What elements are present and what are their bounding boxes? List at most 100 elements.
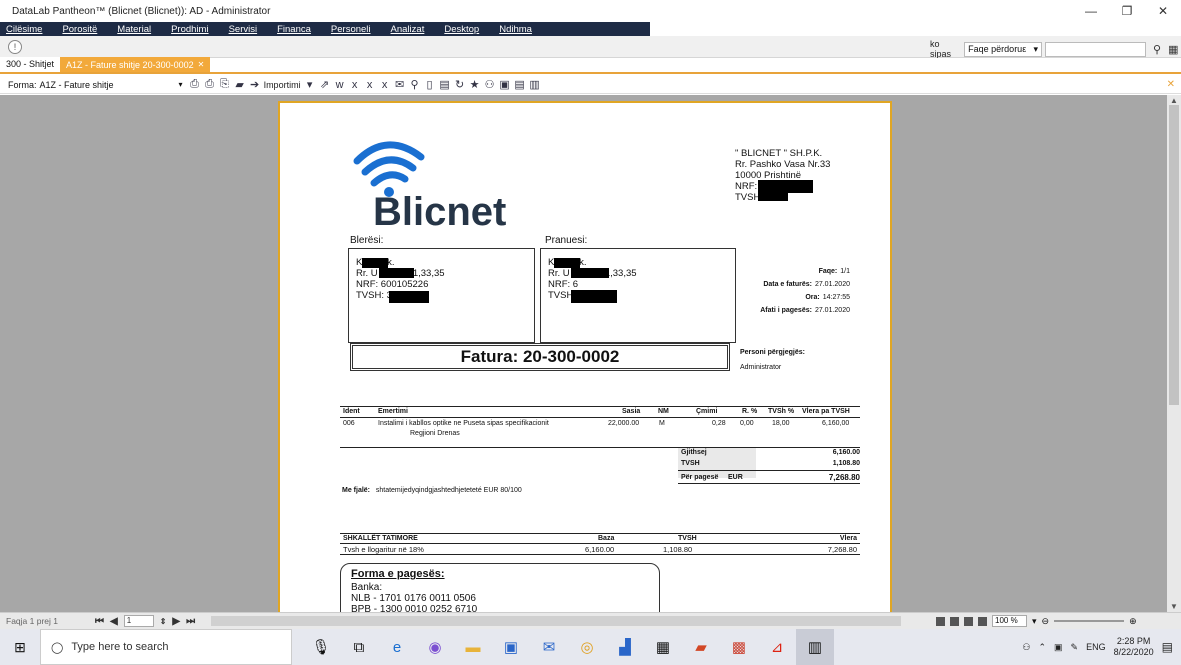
menu-cilesime[interactable]: Cilësime xyxy=(0,24,42,35)
people-icon[interactable]: ⚇ xyxy=(1022,642,1030,653)
network-icon[interactable]: ▣ xyxy=(1054,642,1063,653)
form-label: Forma: xyxy=(8,79,37,90)
store-icon[interactable]: ▣ xyxy=(492,629,530,665)
windows-start-icon[interactable]: ⊞ xyxy=(0,629,40,665)
page-input[interactable]: 1 xyxy=(123,615,154,627)
favorite-icon[interactable]: ★ xyxy=(469,79,481,91)
task-view-icon[interactable]: ⧉ xyxy=(340,629,378,665)
refresh-icon[interactable]: ↻ xyxy=(454,79,466,91)
acrobat-icon[interactable]: ⊿ xyxy=(758,629,796,665)
search-mode-select[interactable]: Faqe përdoruε ▾ xyxy=(964,41,1042,57)
taskbar-search[interactable]: ◯ Type here to search xyxy=(40,629,292,665)
calculator-icon[interactable]: ▦ xyxy=(644,629,682,665)
close-button[interactable]: ✕ xyxy=(1145,0,1181,22)
vertical-scrollbar[interactable]: ▲ ▼ xyxy=(1167,95,1181,612)
microphone-icon[interactable]: 🎙 xyxy=(302,629,340,665)
tab-shitjet[interactable]: 300 - Shitjet xyxy=(0,57,61,72)
import-button[interactable]: Importimi xyxy=(264,80,301,90)
word-export-icon[interactable]: w xyxy=(334,79,346,91)
colorful-app-icon[interactable]: ▩ xyxy=(720,629,758,665)
menu-financa[interactable]: Financa xyxy=(265,24,311,35)
invoice-page: Blicnet " BLICNET " SH.P.K. Rr. Pashko V… xyxy=(278,101,892,612)
page-count: Faqja 1 prej 1 xyxy=(6,616,58,626)
pdf-icon[interactable]: ▣ xyxy=(499,79,511,91)
edge-icon[interactable]: e xyxy=(378,629,416,665)
minimize-button[interactable]: — xyxy=(1073,0,1109,22)
next-page-icon[interactable]: ▶ xyxy=(172,616,180,627)
zoom-out-icon[interactable]: ⊖ xyxy=(1042,616,1050,627)
excel-data-icon[interactable]: x xyxy=(364,79,376,91)
horizontal-scrollbar[interactable] xyxy=(211,616,902,626)
page-spin-icon[interactable]: ⇕ xyxy=(160,617,167,626)
scroll-thumb xyxy=(1169,105,1179,405)
copy-icon[interactable]: ▥ xyxy=(529,79,541,91)
language-indicator[interactable]: ENG xyxy=(1086,642,1106,652)
chrome-icon[interactable]: ◎ xyxy=(568,629,606,665)
title-bar: DataLab Pantheon™ (Blicnet (Blicnet)): A… xyxy=(0,0,1181,22)
import-dropdown-icon[interactable]: ▾ xyxy=(304,79,316,91)
menu-prodhimi[interactable]: Prodhimi xyxy=(159,24,209,35)
powerpoint-icon[interactable]: ▰ xyxy=(682,629,720,665)
users-icon[interactable]: ⚇ xyxy=(484,79,496,91)
search-input[interactable] xyxy=(1044,41,1147,57)
payment-title: Forma e pagesës: xyxy=(351,568,445,580)
file-explorer-icon[interactable]: ▬ xyxy=(454,629,492,665)
zoom-dropdown-icon[interactable]: ▾ xyxy=(1032,616,1037,627)
form-select-arrow-icon[interactable]: ▾ xyxy=(179,80,183,89)
save-icon[interactable]: ▤ xyxy=(514,79,526,91)
tab-fature-shitje[interactable]: A1Z - Fature shitje 20-300-0002 ✕ xyxy=(60,57,211,72)
zoom-slider[interactable] xyxy=(1054,620,1125,622)
window-title: DataLab Pantheon™ (Blicnet (Blicnet)): A… xyxy=(12,5,271,17)
two-page-icon[interactable] xyxy=(950,616,959,626)
notifications-icon[interactable]: ▤ xyxy=(1162,640,1173,654)
last-page-icon[interactable]: ⏭ xyxy=(186,616,195,627)
print-preview-icon[interactable]: ⎙ xyxy=(204,78,216,91)
mail-icon[interactable]: ✉ xyxy=(530,629,568,665)
export-icon[interactable]: ⇗ xyxy=(319,79,331,91)
menu-personeli[interactable]: Personeli xyxy=(319,24,371,35)
zoom-in-icon[interactable]: ⊕ xyxy=(1129,616,1137,627)
first-page-icon[interactable]: ⏮ xyxy=(95,616,104,627)
show-hidden-icon[interactable]: ⌃ xyxy=(1038,642,1046,653)
items-table-header: Ident Emertimi Sasia NM Çmimi R. % TVSh … xyxy=(340,406,860,418)
clock[interactable]: 2:28 PM 8/22/2020 xyxy=(1114,636,1154,658)
menu-desktop[interactable]: Desktop xyxy=(432,24,479,35)
info-icon[interactable]: ! xyxy=(8,39,22,54)
pantheon-app-icon[interactable]: ▥ xyxy=(796,629,834,665)
close-form-icon[interactable]: ✕ xyxy=(1167,79,1175,90)
chart-app-icon[interactable]: ▟ xyxy=(606,629,644,665)
search-icon[interactable]: ⚲ xyxy=(1153,43,1161,56)
menu-ndihma[interactable]: Ndihma xyxy=(487,24,532,35)
menu-material[interactable]: Material xyxy=(105,24,151,35)
prev-page-icon[interactable]: ◀ xyxy=(110,616,118,627)
xml-export-icon[interactable]: x xyxy=(379,79,391,91)
print-setup-icon[interactable]: ⎘ xyxy=(219,78,231,91)
tab-close-icon[interactable]: ✕ xyxy=(198,60,205,69)
fit-width-icon[interactable] xyxy=(964,616,973,626)
email-icon[interactable]: ✉ xyxy=(394,79,406,91)
excel-export-icon[interactable]: x xyxy=(349,79,361,91)
folder-icon[interactable]: ▰ xyxy=(234,79,246,91)
cortana-circle-icon: ◯ xyxy=(51,641,64,654)
zoom-icon[interactable]: ⚲ xyxy=(409,79,421,91)
amount-in-words: Me fjalë: shtatemijedyqindgjashtedhjetet… xyxy=(342,487,522,494)
blicnet-logo: Blicnet xyxy=(353,141,506,228)
import-arrow-icon[interactable]: ➔ xyxy=(249,79,261,91)
company-street: Rr. Pashko Vasa Nr.33 xyxy=(735,159,831,170)
toolbar-icons: ⎙ ⎙ ⎘ ▰ ➔ Importimi ▾ ⇗ w x x x ✉ ⚲ ▯ ▤ … xyxy=(189,78,541,91)
grid-icon[interactable]: ▦ xyxy=(1168,43,1178,56)
viber-icon[interactable]: ◉ xyxy=(416,629,454,665)
menu-porosite[interactable]: Porositë xyxy=(50,24,97,35)
maximize-button[interactable]: ❐ xyxy=(1109,0,1145,22)
menu-analizat[interactable]: Analizat xyxy=(379,24,425,35)
zoom-select[interactable]: 100 % xyxy=(992,615,1027,627)
print-icon[interactable]: ⎙ xyxy=(189,78,201,91)
report-icon[interactable]: ▤ xyxy=(439,79,451,91)
multi-page-icon[interactable] xyxy=(978,616,987,626)
menu-servisi[interactable]: Servisi xyxy=(217,24,258,35)
single-page-icon[interactable] xyxy=(936,616,945,626)
buyer-box: K Sh.p.k. Rr. U TI NR.31,33,35 NRF: 6001… xyxy=(348,248,535,343)
pen-icon[interactable]: ✎ xyxy=(1071,642,1079,653)
report-viewer: Blicnet " BLICNET " SH.P.K. Rr. Pashko V… xyxy=(0,95,1167,612)
page-icon[interactable]: ▯ xyxy=(424,79,436,91)
